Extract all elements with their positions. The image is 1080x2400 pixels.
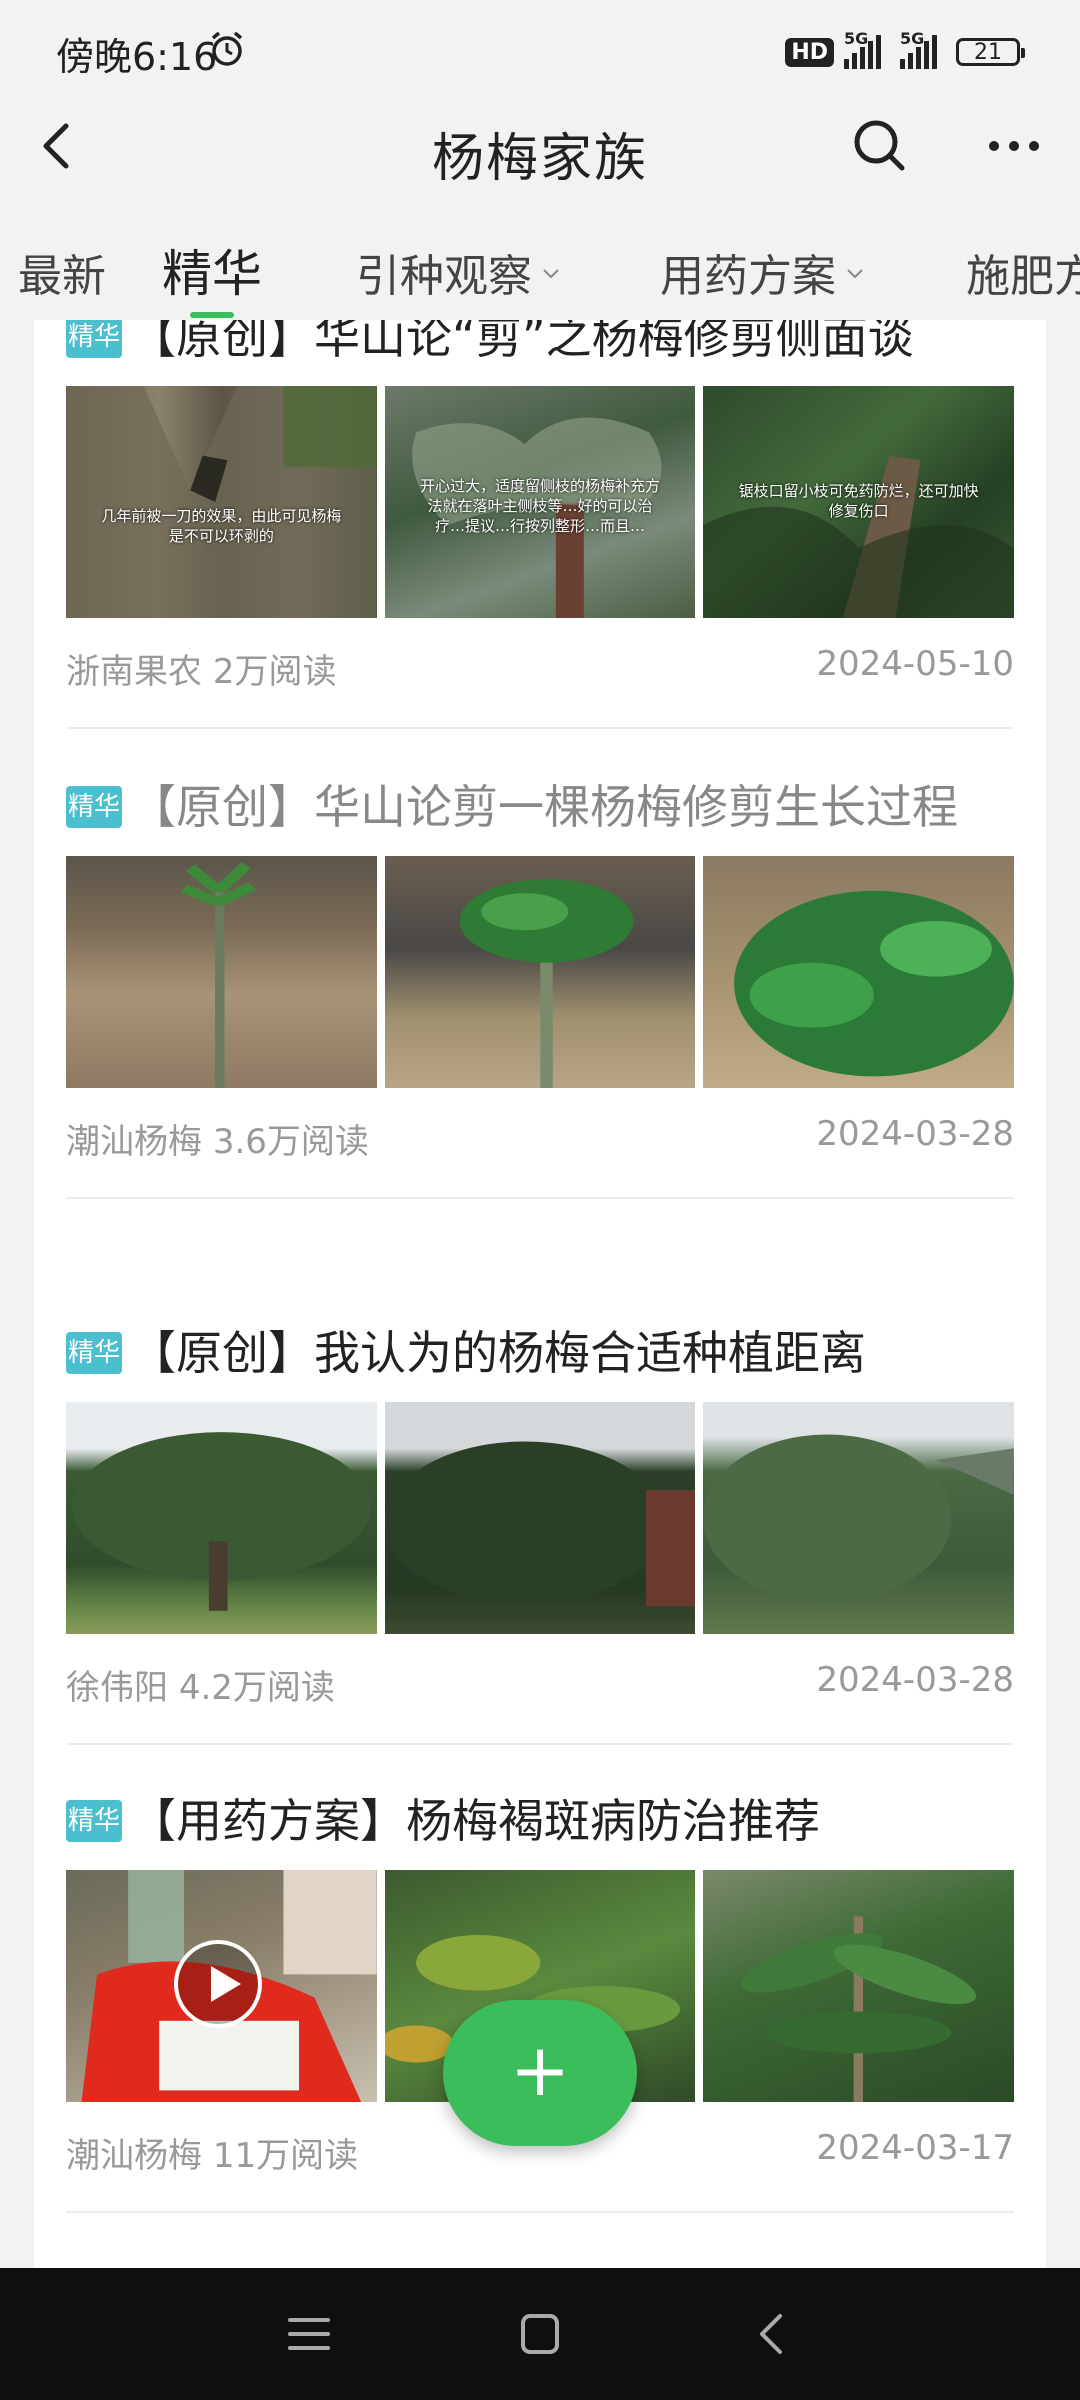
tab-latest[interactable]: 最新 bbox=[18, 240, 106, 304]
article-meta: 徐伟阳 4.2万阅读 2024-03-28 bbox=[66, 1660, 1014, 1709]
featured-badge: 精华 bbox=[66, 1799, 122, 1842]
article-image[interactable]: 锯枝口留小枝可免药防烂，还可加快修复伤口 bbox=[703, 386, 1015, 618]
article-meta: 浙南果农 2万阅读 2024-05-10 bbox=[66, 644, 1014, 693]
article-title[interactable]: 精华 【原创】我认为的杨梅合适种植距离 bbox=[66, 1314, 1014, 1392]
article-date: 2024-05-10 bbox=[816, 644, 1014, 684]
featured-badge: 精华 bbox=[66, 1331, 122, 1374]
article-date: 2024-03-28 bbox=[816, 1660, 1014, 1700]
article-image[interactable]: 开心过大，适度留侧枝的杨梅补充方法就在落叶主侧枝等…好的可以治疗…提议…行按列整… bbox=[384, 386, 696, 618]
list-item[interactable]: 精华 【用药方案】杨梅褐斑病防治推荐 潮汕杨梅 11万阅读 2024-03-17 bbox=[66, 1782, 1015, 2213]
menu-icon[interactable] bbox=[284, 2312, 334, 2356]
article-image[interactable] bbox=[384, 1402, 696, 1634]
status-bar: 傍晚6:16 HD 5G 5G 21 bbox=[0, 0, 1080, 100]
chevron-down-icon bbox=[847, 269, 863, 279]
article-image[interactable] bbox=[703, 1402, 1015, 1634]
article-author-reads: 浙南果农 2万阅读 bbox=[66, 652, 337, 692]
page-title: 杨梅家族 bbox=[431, 129, 648, 189]
divider bbox=[66, 727, 1014, 729]
tab-fertilization[interactable]: 施肥方 bbox=[966, 240, 1080, 304]
article-date: 2024-03-28 bbox=[816, 1114, 1014, 1154]
list-item[interactable]: 精华 【原创】华山论剪一棵杨梅修剪生长过程 潮汕杨梅 3.6万阅读 2024-0… bbox=[66, 768, 1015, 1199]
hd-badge: HD bbox=[785, 37, 834, 67]
divider bbox=[66, 2211, 1014, 2213]
signal-icon: 5G bbox=[844, 29, 890, 69]
divider bbox=[66, 1197, 1014, 1199]
signal-icon: 5G bbox=[900, 29, 946, 69]
list-item[interactable]: 精华 【原创】华山论“剪”之杨梅修剪侧面谈 几年前被一刀的效果，由此可见杨梅是不可… bbox=[66, 320, 1015, 729]
article-title[interactable]: 精华 【原创】华山论剪一棵杨梅修剪生长过程 bbox=[66, 768, 1014, 846]
create-post-button[interactable]: + bbox=[443, 2000, 637, 2146]
status-time: 傍晚6:16 bbox=[56, 35, 218, 79]
article-image[interactable] bbox=[703, 856, 1015, 1088]
list-item[interactable]: 精华 【原创】我认为的杨梅合适种植距离 徐伟阳 4.2万阅读 2024-03-2… bbox=[66, 1314, 1015, 1745]
status-indicators: HD 5G 5G 21 bbox=[785, 29, 1025, 74]
image-caption: 几年前被一刀的效果，由此可见杨梅是不可以环剥的 bbox=[101, 507, 342, 545]
article-images: 几年前被一刀的效果，由此可见杨梅是不可以环剥的 开心过大，适度留侧枝的杨梅补充方… bbox=[66, 386, 1015, 618]
article-image[interactable]: 几年前被一刀的效果，由此可见杨梅是不可以环剥的 bbox=[66, 386, 377, 618]
article-author-reads: 徐伟阳 4.2万阅读 bbox=[66, 1668, 335, 1708]
article-author-reads: 潮汕杨梅 11万阅读 bbox=[66, 2136, 359, 2176]
back-nav-icon[interactable] bbox=[748, 2312, 798, 2356]
article-date: 2024-03-17 bbox=[816, 2128, 1014, 2168]
article-title[interactable]: 精华 【原创】华山论“剪”之杨梅修剪侧面谈 bbox=[66, 320, 1014, 376]
battery-icon: 21 bbox=[956, 38, 1025, 66]
featured-badge: 精华 bbox=[66, 785, 122, 828]
article-meta: 潮汕杨梅 3.6万阅读 2024-03-28 bbox=[66, 1114, 1014, 1163]
top-nav-bar: 杨梅家族 bbox=[0, 100, 1080, 192]
active-tab-indicator bbox=[190, 312, 234, 318]
chevron-down-icon bbox=[543, 269, 559, 279]
category-tabs: 最新 精华 引种观察 用药方案 施肥方 bbox=[0, 210, 1080, 320]
article-title[interactable]: 精华 【用药方案】杨梅褐斑病防治推荐 bbox=[66, 1782, 1014, 1860]
divider bbox=[66, 1743, 1014, 1745]
article-list[interactable]: 精华 【原创】华山论“剪”之杨梅修剪侧面谈 几年前被一刀的效果，由此可见杨梅是不可… bbox=[34, 320, 1046, 2268]
article-image[interactable] bbox=[703, 1870, 1015, 2102]
system-navigation-bar bbox=[0, 2268, 1080, 2400]
featured-badge: 精华 bbox=[66, 320, 122, 358]
article-images bbox=[66, 856, 1015, 1088]
tab-medication-plan[interactable]: 用药方案 bbox=[660, 240, 864, 304]
home-icon[interactable] bbox=[515, 2312, 565, 2356]
tab-introduction-observation[interactable]: 引种观察 bbox=[356, 240, 560, 304]
search-icon[interactable] bbox=[850, 116, 910, 176]
image-caption: 锯枝口留小枝可免药防烂，还可加快修复伤口 bbox=[738, 482, 979, 520]
alarm-icon bbox=[211, 31, 243, 66]
more-icon[interactable] bbox=[984, 120, 1044, 172]
article-image[interactable] bbox=[384, 856, 696, 1088]
article-image[interactable] bbox=[66, 1870, 377, 2102]
article-image[interactable] bbox=[66, 856, 377, 1088]
tab-featured[interactable]: 精华 bbox=[162, 234, 262, 306]
article-author-reads: 潮汕杨梅 3.6万阅读 bbox=[66, 1122, 369, 1162]
image-caption: 开心过大，适度留侧枝的杨梅补充方法就在落叶主侧枝等…好的可以治疗…提议…行按列整… bbox=[420, 477, 661, 535]
play-icon[interactable] bbox=[174, 1940, 262, 2028]
article-images bbox=[66, 1402, 1015, 1634]
article-image[interactable] bbox=[66, 1402, 377, 1634]
